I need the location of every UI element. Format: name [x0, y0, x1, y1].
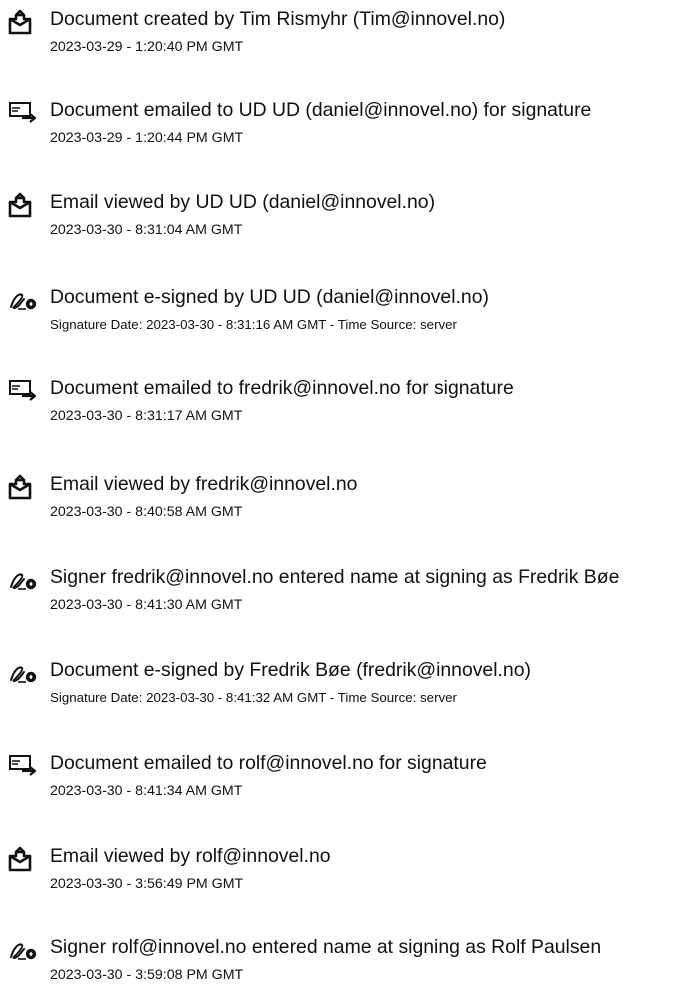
event-title: Document emailed to UD UD (daniel@innove…: [50, 99, 592, 121]
audit-event: Document e-signed by UD UD (daniel@innov…: [0, 282, 684, 352]
email-sent-icon: [8, 100, 40, 128]
document-created-icon: [8, 9, 40, 37]
event-title: Document emailed to fredrik@innovel.no f…: [50, 377, 514, 399]
audit-event: Signer fredrik@innovel.no entered name a…: [0, 562, 684, 632]
event-timestamp: 2023-03-30 - 3:56:49 PM GMT: [50, 876, 244, 892]
event-timestamp: 2023-03-29 - 1:20:44 PM GMT: [50, 130, 244, 146]
event-timestamp: 2023-03-30 - 8:31:04 AM GMT: [50, 222, 243, 238]
event-timestamp: 2023-03-30 - 8:40:58 AM GMT: [50, 504, 243, 520]
audit-event: Document emailed to UD UD (daniel@innove…: [0, 95, 684, 165]
email-viewed-icon: [8, 192, 40, 220]
audit-event: Document emailed to rolf@innovel.no for …: [0, 748, 684, 818]
audit-event: Document emailed to fredrik@innovel.no f…: [0, 373, 684, 443]
event-timestamp: 2023-03-30 - 8:41:30 AM GMT: [50, 597, 243, 613]
event-title: Email viewed by UD UD (daniel@innovel.no…: [50, 191, 436, 213]
audit-event: Signer rolf@innovel.no entered name at s…: [0, 932, 684, 1002]
email-viewed-icon: [8, 474, 40, 502]
email-sent-icon: [8, 753, 40, 781]
event-timestamp: 2023-03-30 - 8:31:17 AM GMT: [50, 408, 243, 424]
event-timestamp: 2023-03-30 - 3:59:08 PM GMT: [50, 967, 244, 983]
event-title: Document e-signed by Fredrik Bøe (fredri…: [50, 659, 531, 681]
event-timestamp: 2023-03-29 - 1:20:40 PM GMT: [50, 39, 244, 55]
event-title: Document created by Tim Rismyhr (Tim@inn…: [50, 8, 506, 30]
esign-icon: [8, 937, 40, 965]
esign-icon: [8, 287, 40, 315]
event-title: Email viewed by fredrik@innovel.no: [50, 473, 358, 495]
event-timestamp: Signature Date: 2023-03-30 - 8:31:16 AM …: [50, 317, 457, 332]
email-viewed-icon: [8, 846, 40, 874]
event-title: Document emailed to rolf@innovel.no for …: [50, 752, 487, 774]
event-title: Email viewed by rolf@innovel.no: [50, 845, 331, 867]
esign-icon: [8, 660, 40, 688]
event-title: Signer rolf@innovel.no entered name at s…: [50, 936, 602, 958]
audit-event: Document e-signed by Fredrik Bøe (fredri…: [0, 655, 684, 725]
event-title: Signer fredrik@innovel.no entered name a…: [50, 566, 620, 588]
event-title: Document e-signed by UD UD (daniel@innov…: [50, 286, 489, 308]
audit-event: Email viewed by UD UD (daniel@innovel.no…: [0, 187, 684, 257]
esign-icon: [8, 567, 40, 595]
event-timestamp: Signature Date: 2023-03-30 - 8:41:32 AM …: [50, 690, 457, 705]
audit-event: Email viewed by fredrik@innovel.no 2023-0…: [0, 469, 684, 539]
email-sent-icon: [8, 378, 40, 406]
event-timestamp: 2023-03-30 - 8:41:34 AM GMT: [50, 783, 243, 799]
audit-event: Email viewed by rolf@innovel.no 2023-03-3…: [0, 841, 684, 911]
audit-event: Document created by Tim Rismyhr (Tim@inn…: [0, 4, 684, 74]
